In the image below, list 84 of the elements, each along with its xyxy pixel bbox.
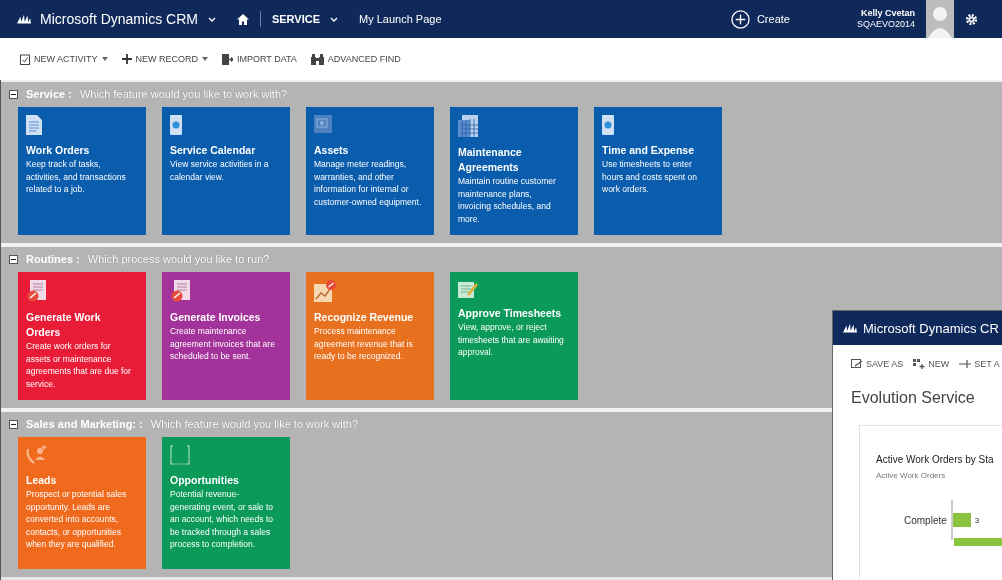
logo-icon (843, 323, 857, 333)
grid-plus-icon (913, 359, 926, 369)
tile-description: Create work orders for assets or maintenance agreements that are due for service. (26, 340, 132, 390)
tile-description: Prospect or potential sales opportunity. Leads are converted into accounts, contacts, or opportunities when they are qualified. (26, 488, 128, 551)
plus-icon (121, 54, 132, 64)
dashboard-heading: Evolution Service (850, 388, 976, 407)
feature-tile[interactable]: Time and Expense Use timesheets to enter hours and costs spent on work orders. (594, 107, 722, 235)
import-icon (222, 53, 233, 65)
chevron-icon[interactable] (207, 16, 216, 22)
bar-label: Complete (904, 514, 947, 526)
tile-description: Create maintenance agreement invoices that are scheduled to be sent. (170, 325, 276, 363)
tile-description: View, approve, or reject timesheets that are awaiting approval. (458, 321, 565, 359)
clipboard-icon (20, 53, 30, 65)
tile-description: Maintain routine customer maintenance plans, invoicing schedules, and more. (458, 175, 557, 225)
save-icon (851, 359, 863, 369)
calendar-icon (602, 115, 614, 135)
tile-title: Leads (26, 473, 57, 488)
tile-description: Use timesheets to enter hours and costs spent on work orders. (602, 158, 698, 196)
collapse-icon[interactable] (9, 89, 18, 99)
tile-description: View service activities in a calendar view. (170, 158, 270, 183)
section-prompt: Which process would you like to run? (87, 253, 270, 265)
command-button[interactable]: SAVE AS (851, 359, 904, 369)
tile-title: Assets (314, 143, 349, 158)
tile-title: Approve Timesheets (458, 306, 562, 321)
tile-title: Generate Work Orders (26, 310, 102, 340)
tile-title: Maintenance Agreements (458, 145, 523, 175)
tile-title: Service Calendar (170, 143, 256, 158)
tile-description: Keep track of tasks, activities, and transactions related to a job. (26, 158, 127, 196)
command-button[interactable]: SET A (959, 359, 1000, 369)
section-title: Service : (26, 88, 72, 100)
chevron-icon[interactable] (330, 16, 338, 22)
tile-title: Time and Expense (602, 143, 694, 158)
tile-description: Manage meter readings, warranties, and other information for internal or customer-owned equipment. (314, 158, 422, 208)
toolbar-button[interactable]: ADVANCED FIND (310, 53, 401, 65)
feature-tile[interactable]: Approve Timesheets View, approve, or reject timesheets that are awaiting approval. (450, 272, 578, 400)
settings-icon[interactable] (965, 12, 978, 26)
spreadsheet-icon (458, 115, 478, 137)
document-icon (26, 280, 48, 302)
calendar-icon (170, 115, 182, 135)
asset-icon (314, 115, 332, 135)
timesheet-icon (458, 280, 478, 298)
tile-description: Potential revenue-generating event, or sale to an account, which needs to be tracked through a sales process to completion. (170, 488, 274, 551)
collapse-icon[interactable] (9, 419, 18, 429)
collapse-icon[interactable] (9, 254, 18, 264)
chart-icon (314, 280, 336, 302)
feature-tile[interactable]: Generate Work Orders Create work orders for assets or maintenance agreements that are due for service. (18, 272, 146, 400)
toolbar-button[interactable]: NEW RECORD (121, 54, 208, 64)
feature-tile[interactable]: Opportunities Potential revenue-generating event, or sale to an account, which needs to be tracked through a sales process to completion. (162, 437, 290, 569)
plus-circle-icon[interactable] (730, 9, 750, 29)
feature-tile[interactable]: Maintenance Agreements Maintain routine customer maintenance plans, invoicing schedules, and more. (450, 107, 578, 235)
user-name: Kelly Cvetan (860, 8, 915, 19)
tile-title: Opportunities (170, 473, 239, 488)
area-menu[interactable]: SERVICE (271, 13, 320, 25)
create-link[interactable]: Create (756, 13, 790, 25)
logo-icon (17, 14, 31, 24)
tile-title: Recognize Revenue (314, 310, 414, 325)
home-icon[interactable] (236, 13, 249, 25)
toolbar-button[interactable]: IMPORT DATA (222, 53, 297, 65)
document-icon (26, 115, 42, 135)
section-prompt: Which feature would you like to work with? (150, 418, 359, 430)
tile-title: Generate Invoices (170, 310, 261, 325)
command-button[interactable]: NEW (913, 359, 950, 369)
toolbar-button[interactable]: NEW ACTIVITY (20, 53, 108, 65)
page-link[interactable]: My Launch Page (359, 13, 442, 25)
user-org: SQAEVO2014 (856, 19, 915, 30)
tile-title: Work Orders (26, 143, 90, 158)
feature-tile[interactable]: Work Orders Keep track of tasks, activities, and transactions related to a job. (18, 107, 146, 235)
section-title: Sales and Marketing: : (26, 418, 143, 430)
section-prompt: Which feature would you like to work with? (79, 88, 288, 100)
binoculars-icon (310, 53, 324, 65)
bar-value: 3 (974, 515, 980, 525)
chart-axis (950, 500, 953, 540)
document-icon (170, 280, 192, 302)
tile-description: Process maintenance agreement revenue that is ready to be recognized. (314, 325, 414, 363)
phone-person-icon (26, 445, 48, 465)
chart-title: Active Work Orders by Sta (876, 454, 995, 465)
chart-subtitle: Active Work Orders (876, 471, 947, 480)
app-title[interactable]: Microsoft Dynamics CRM (40, 11, 198, 27)
section-title: Routines : (26, 253, 80, 265)
feature-tile[interactable]: Service Calendar View service activities in a calendar view. (162, 107, 290, 235)
feature-tile[interactable]: Assets Manage meter readings, warranties, and other information for internal or customer-owned equipment. (306, 107, 434, 235)
feature-tile[interactable]: Generate Invoices Create maintenance agreement invoices that are scheduled to be sent. (162, 272, 290, 400)
app-title: Microsoft Dynamics CR (863, 320, 999, 336)
frame-icon (170, 445, 190, 465)
